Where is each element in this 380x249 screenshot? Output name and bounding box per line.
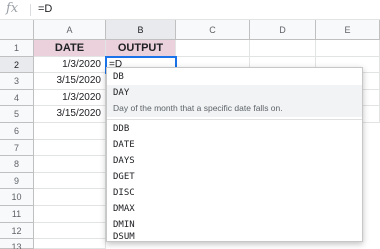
- column-header-b[interactable]: B: [106, 20, 176, 40]
- cell-d1[interactable]: [250, 40, 316, 57]
- autocomplete-item-days[interactable]: DAYS: [107, 153, 362, 169]
- formula-input[interactable]: =D: [38, 3, 52, 15]
- row-header-1[interactable]: 1: [0, 40, 34, 57]
- row-header-10[interactable]: 10: [0, 189, 34, 206]
- autocomplete-item-db[interactable]: DB: [107, 69, 362, 85]
- row-header-3[interactable]: 3: [0, 73, 34, 90]
- formula-bar: fx =D: [0, 0, 380, 20]
- cell-b1[interactable]: OUTPUT: [106, 40, 176, 57]
- cell-a12[interactable]: [34, 222, 106, 240]
- cell-a10[interactable]: [34, 189, 106, 206]
- cell-a5[interactable]: 3/15/2020: [34, 106, 106, 123]
- cell-a2[interactable]: 1/3/2020: [34, 56, 106, 74]
- formula-autocomplete-dropdown: DB DAY Day of the month that a specific …: [106, 67, 363, 242]
- row-header-2[interactable]: 2: [0, 56, 34, 74]
- autocomplete-item-date[interactable]: DATE: [107, 137, 362, 153]
- fx-icon: fx: [6, 1, 19, 16]
- select-all-corner[interactable]: [0, 20, 34, 40]
- autocomplete-item-ddb[interactable]: DDB: [107, 121, 362, 137]
- row-header-12[interactable]: 12: [0, 222, 34, 240]
- row-header-13[interactable]: 13: [0, 239, 34, 249]
- cell-c1[interactable]: [176, 40, 250, 57]
- cell-a9[interactable]: [34, 172, 106, 190]
- row-header-5[interactable]: 5: [0, 106, 34, 123]
- cell-a7[interactable]: [34, 139, 106, 157]
- column-header-a[interactable]: A: [34, 20, 106, 40]
- cell-a13[interactable]: [34, 239, 106, 249]
- row-header-8[interactable]: 8: [0, 156, 34, 173]
- column-header-e[interactable]: E: [316, 20, 380, 40]
- cell-a3[interactable]: 3/15/2020: [34, 73, 106, 90]
- cell-a4[interactable]: 1/3/2020: [34, 89, 106, 107]
- row-header-11[interactable]: 11: [0, 206, 34, 223]
- formula-bar-divider: [30, 4, 31, 16]
- autocomplete-item-dget[interactable]: DGET: [107, 169, 362, 185]
- autocomplete-item-dmin[interactable]: DMIN: [107, 217, 362, 233]
- autocomplete-item-dsum[interactable]: DSUM: [107, 232, 362, 242]
- cell-a1[interactable]: DATE: [34, 40, 106, 57]
- cell-e1[interactable]: [316, 40, 380, 57]
- autocomplete-item-disc[interactable]: DISC: [107, 185, 362, 201]
- dropdown-divider: [107, 119, 362, 120]
- autocomplete-item-day[interactable]: DAY: [107, 85, 362, 101]
- column-header-c[interactable]: C: [176, 20, 250, 40]
- row-header-7[interactable]: 7: [0, 139, 34, 157]
- cell-a8[interactable]: [34, 156, 106, 173]
- row-header-6[interactable]: 6: [0, 123, 34, 140]
- cell-a11[interactable]: [34, 206, 106, 223]
- row-header-9[interactable]: 9: [0, 172, 34, 190]
- column-header-d[interactable]: D: [250, 20, 316, 40]
- row-header-4[interactable]: 4: [0, 89, 34, 107]
- autocomplete-item-dmax[interactable]: DMAX: [107, 201, 362, 217]
- function-description: Day of the month that a specific date fa…: [107, 101, 362, 117]
- cell-a6[interactable]: [34, 123, 106, 140]
